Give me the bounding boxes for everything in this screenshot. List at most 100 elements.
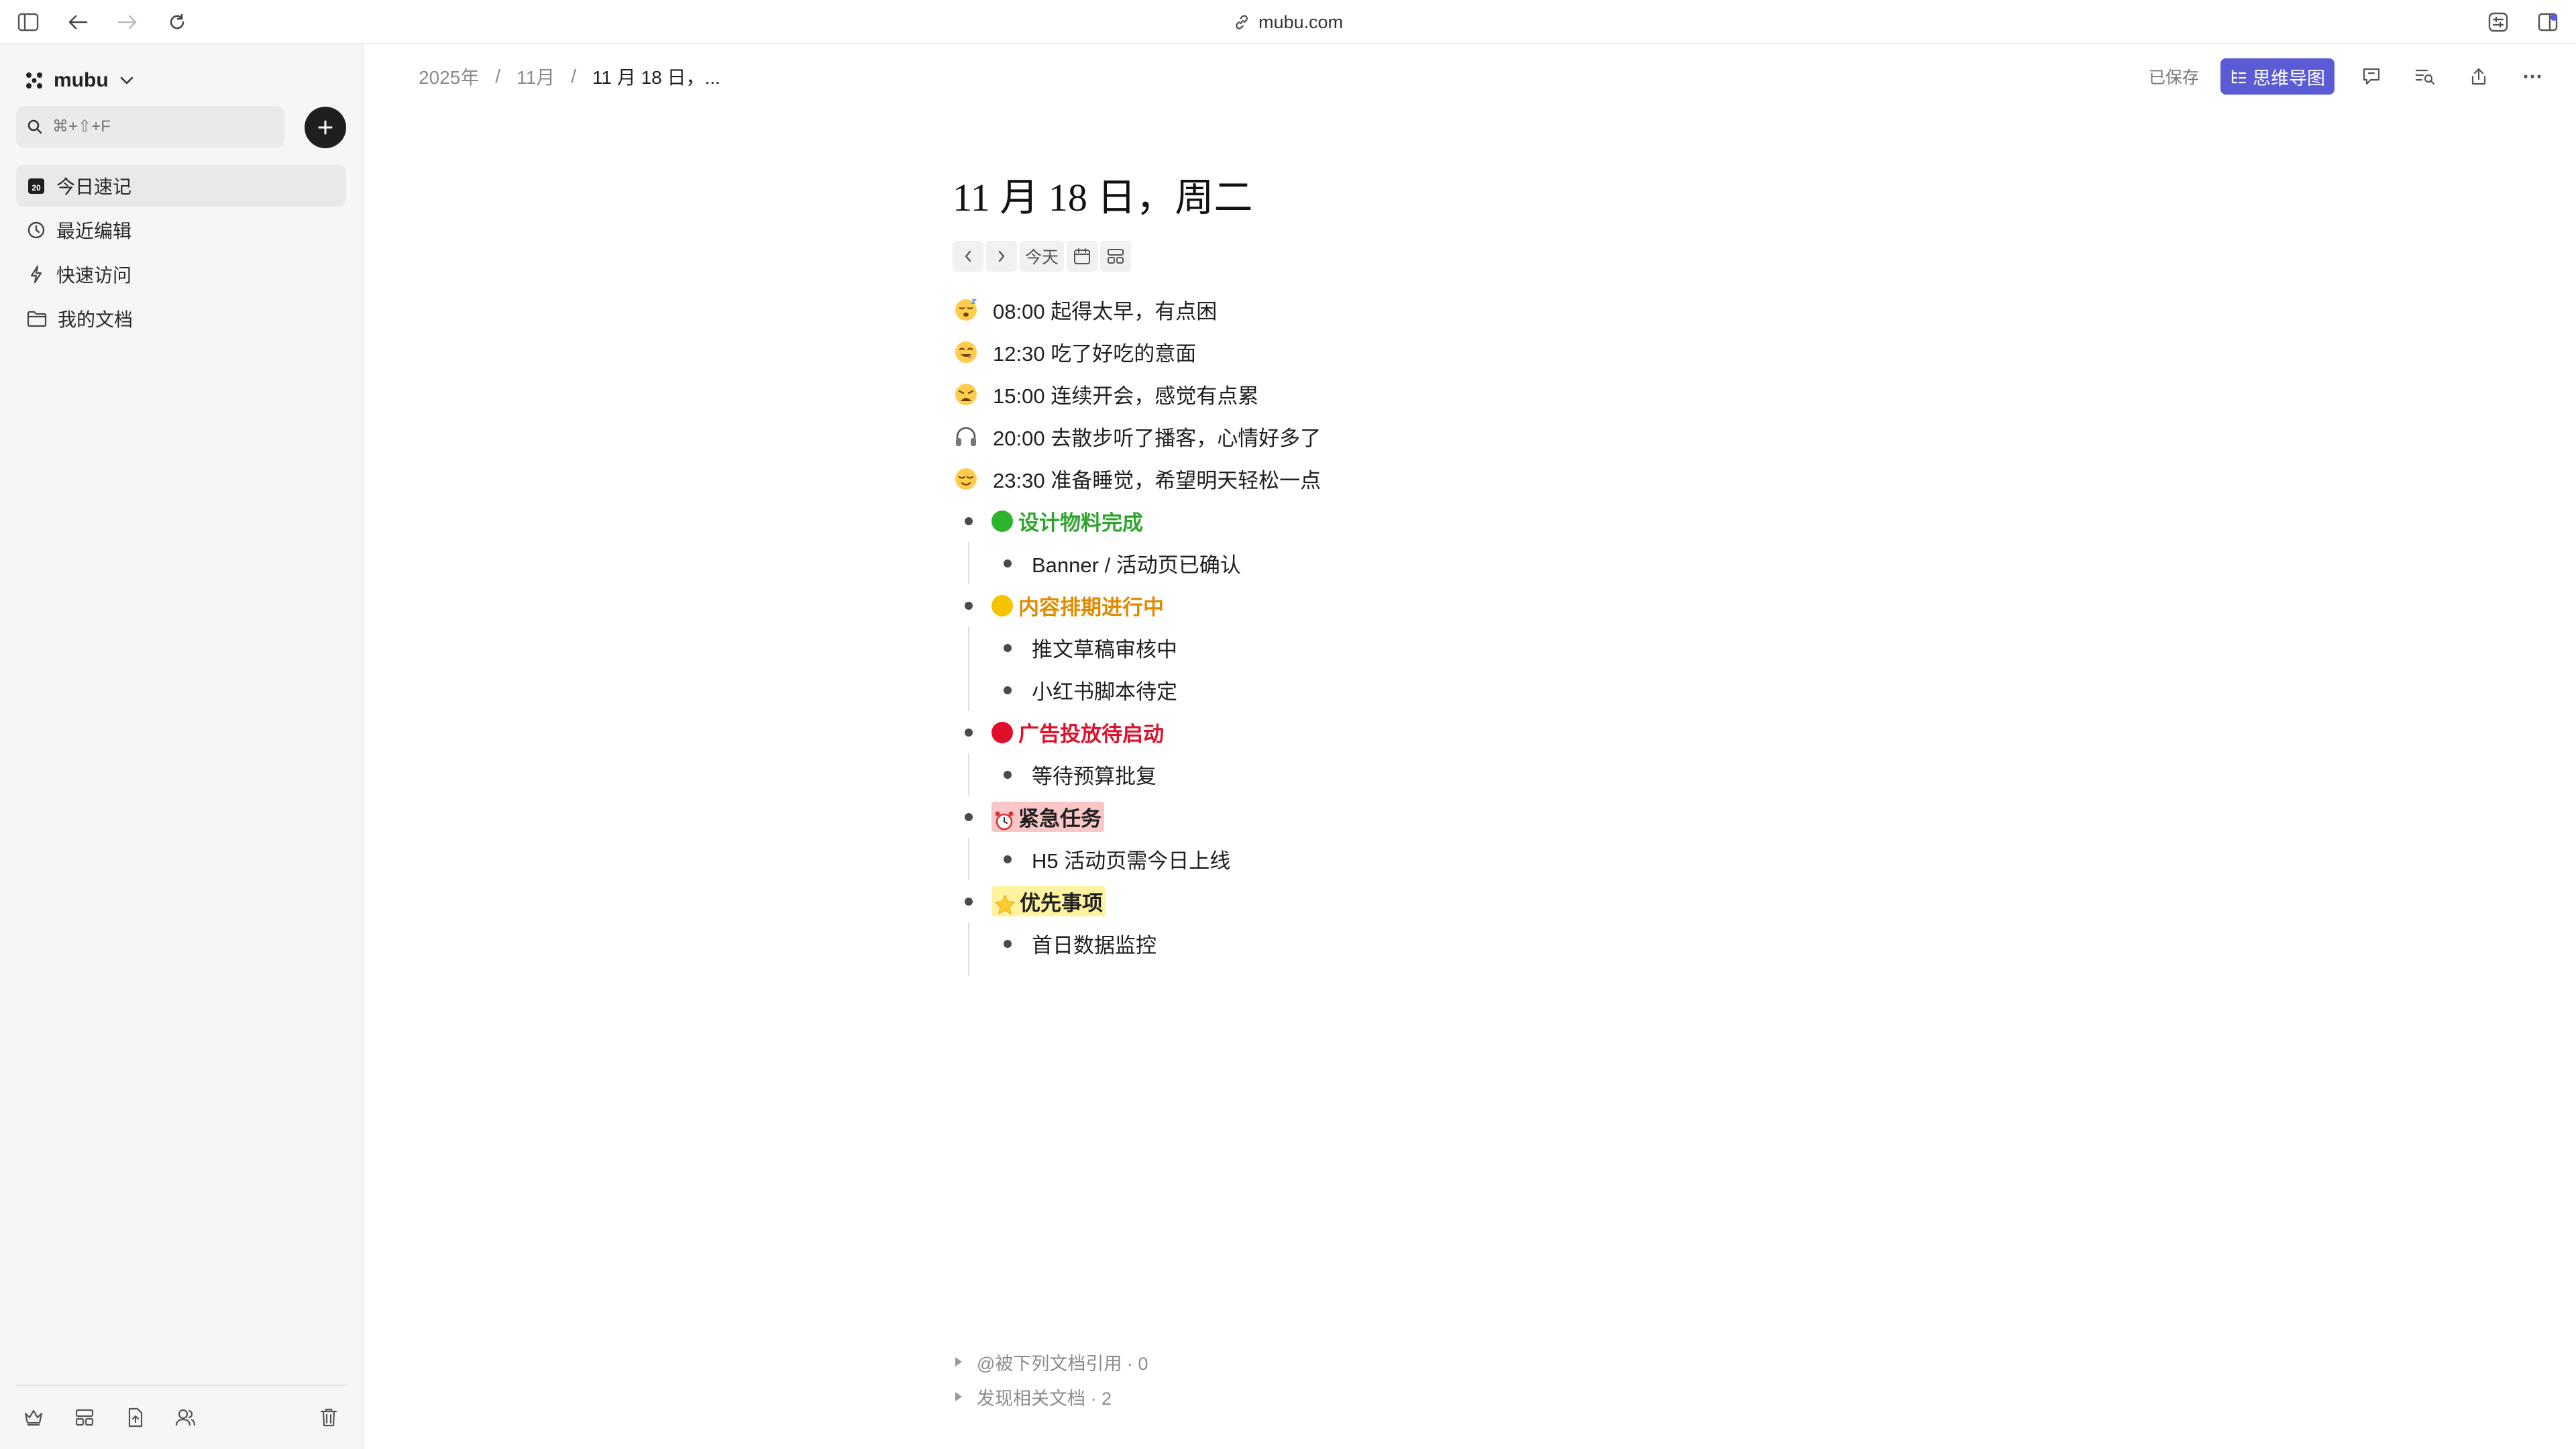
link-icon (1233, 13, 1250, 31)
calendar-picker-icon[interactable] (1067, 241, 1098, 272)
address-bar[interactable]: mubu.com (1208, 8, 1368, 36)
mindmap-icon (2230, 68, 2247, 85)
team-icon[interactable] (172, 1404, 199, 1431)
mindmap-label: 思维导图 (2253, 68, 2325, 89)
search-box[interactable] (16, 106, 284, 148)
add-document-button[interactable] (305, 107, 346, 148)
task-child: 推文草稿审核中 (1032, 638, 1177, 661)
bullet-dot (1004, 686, 1012, 694)
sidebar-item-recent[interactable]: 最近编辑 (16, 209, 346, 251)
list-item[interactable]: 20:00 去散步听了播客，心情好多了 (953, 415, 1690, 458)
bullet-dot (1004, 939, 1012, 948)
search-input[interactable] (52, 117, 267, 136)
sleepy-face-icon (953, 297, 979, 323)
layout-template-icon[interactable] (1100, 241, 1132, 272)
task-highlight: 紧急任务 (991, 802, 1104, 832)
green-circle-icon (991, 510, 1013, 532)
caret-right-icon (955, 1392, 962, 1401)
trash-icon[interactable] (315, 1404, 342, 1431)
outline-item[interactable]: 首日数据监控 (953, 922, 1690, 965)
url-text: mubu.com (1258, 11, 1344, 32)
split-view-icon[interactable] (2534, 9, 2561, 36)
comment-icon[interactable] (2355, 60, 2388, 93)
entry-text: 08:00 起得太早，有点困 (993, 300, 1218, 323)
find-in-doc-icon[interactable] (2408, 60, 2442, 93)
back-arrow-icon[interactable] (64, 9, 91, 36)
breadcrumb-separator: / (495, 66, 501, 87)
task-title: 设计物料完成 (1018, 511, 1143, 535)
related-docs-toggle[interactable]: 发现相关文档 · 2 (955, 1379, 1148, 1414)
clock-icon (27, 221, 46, 239)
sidebar-item-label: 今日速记 (56, 176, 132, 197)
import-icon[interactable] (122, 1404, 149, 1431)
bullet-dot (965, 812, 973, 821)
bullet-dot (965, 601, 973, 610)
outline-item[interactable]: 小红书脚本待定 (953, 669, 1690, 711)
outline-item[interactable]: Banner / 活动页已确认 (953, 542, 1690, 584)
workspace-switcher[interactable]: mubu (25, 60, 134, 101)
task-child: 等待预算批复 (1032, 765, 1157, 788)
save-status: 已保存 (2148, 68, 2199, 87)
template-icon[interactable] (71, 1404, 98, 1431)
sidebar-item-my-docs[interactable]: 我的文档 (16, 298, 346, 339)
bullet-dot (1004, 770, 1012, 779)
breadcrumb-year[interactable]: 2025年 (419, 63, 479, 90)
outline-item[interactable]: 内容排期进行中 (953, 584, 1690, 627)
task-child: Banner / 活动页已确认 (1032, 553, 1241, 577)
backlinks-label: @被下列文档引用 · 0 (977, 1353, 1148, 1374)
outline-item[interactable]: H5 活动页需今日上线 (953, 838, 1690, 880)
forward-arrow-icon[interactable] (114, 9, 141, 36)
mindmap-button[interactable]: 思维导图 (2220, 58, 2334, 95)
sidebar-toggle-icon[interactable] (15, 9, 42, 36)
list-item[interactable]: 15:00 连续开会，感觉有点累 (953, 373, 1690, 415)
red-circle-icon (991, 721, 1013, 743)
crown-icon[interactable] (20, 1404, 47, 1431)
task-highlight: 优先事项 (991, 886, 1106, 916)
entry-text: 12:30 吃了好吃的意面 (993, 342, 1197, 366)
task-title: 内容排期进行中 (1018, 596, 1164, 619)
outline-item[interactable]: 优先事项 (953, 880, 1690, 922)
prev-day-button[interactable] (953, 241, 983, 272)
bullet-dot (965, 897, 973, 906)
list-item[interactable]: 08:00 起得太早，有点困 (953, 288, 1690, 331)
star-icon (994, 894, 1016, 916)
calendar-icon: 20 (27, 176, 46, 195)
outline-item[interactable]: 紧急任务 (953, 796, 1690, 838)
divider (16, 1385, 347, 1386)
yum-face-icon (953, 339, 979, 366)
search-icon (27, 119, 43, 135)
entry-text: 20:00 去散步听了播客，心情好多了 (993, 427, 1322, 450)
list-item[interactable]: 12:30 吃了好吃的意面 (953, 331, 1690, 373)
task-child: 首日数据监控 (1032, 934, 1157, 957)
sidebar-item-quick-access[interactable]: 快速访问 (16, 254, 346, 295)
sidebar-item-label: 我的文档 (58, 309, 133, 330)
share-icon[interactable] (2462, 60, 2496, 93)
sidebar-footer (16, 1401, 347, 1434)
outline-item[interactable]: 设计物料完成 (953, 500, 1690, 542)
page-title[interactable]: 11 月 18 日，周二 (953, 169, 1690, 227)
more-icon[interactable] (2516, 60, 2549, 93)
related-docs-label: 发现相关文档 · 2 (977, 1388, 1112, 1409)
extensions-icon[interactable] (2485, 9, 2512, 36)
reload-icon[interactable] (164, 9, 191, 36)
outline-item[interactable]: 广告投放待启动 (953, 711, 1690, 753)
outline-item[interactable]: 等待预算批复 (953, 753, 1690, 796)
next-day-button[interactable] (986, 241, 1017, 272)
yellow-circle-icon (991, 594, 1013, 616)
bullet-dot (1004, 643, 1012, 652)
list-item[interactable]: 23:30 准备睡觉，希望明天轻松一点 (953, 458, 1690, 500)
today-button[interactable]: 今天 (1020, 241, 1065, 272)
backlinks-toggle[interactable]: @被下列文档引用 · 0 (955, 1344, 1148, 1379)
notification-dot (2551, 14, 2557, 21)
breadcrumb-month[interactable]: 11月 (517, 63, 555, 90)
breadcrumb-separator: / (571, 66, 576, 87)
sidebar-item-today-notes[interactable]: 20 今日速记 (16, 165, 346, 207)
sidebar: mubu 20 今日速记 最近编辑 快速访问 (0, 44, 364, 1449)
sidebar-item-label: 最近编辑 (56, 221, 132, 241)
date-navigator: 今天 (953, 240, 1690, 272)
outline-item[interactable]: 推文草稿审核中 (953, 627, 1690, 669)
weary-face-icon (953, 381, 979, 408)
document: 11 月 18 日，周二 今天 08:00 起得太早，有点困 12:30 吃了好… (953, 169, 1690, 976)
bullet-dot (1004, 855, 1012, 863)
breadcrumb-current: 11 月 18 日，... (592, 67, 720, 88)
